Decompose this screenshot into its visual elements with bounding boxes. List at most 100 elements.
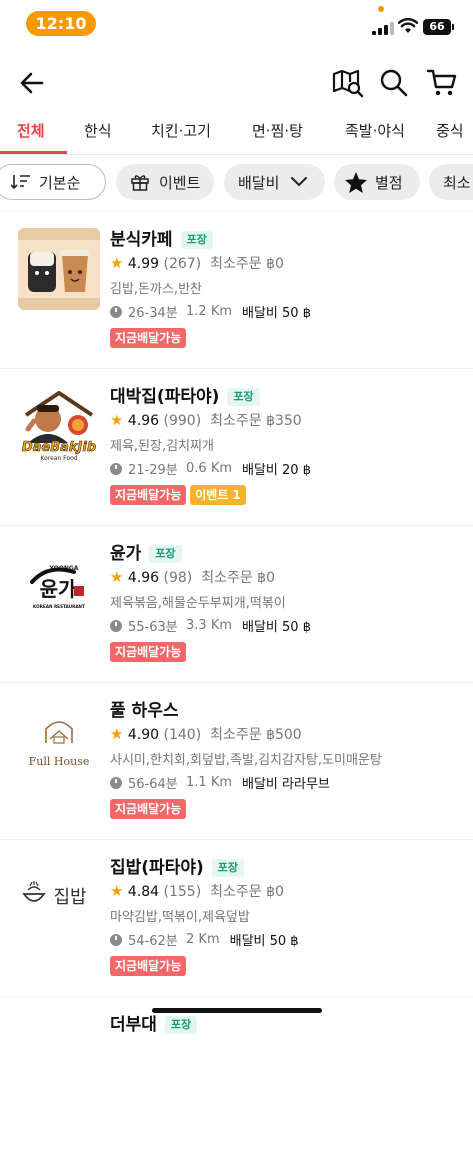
rating-label: 별점 bbox=[375, 173, 403, 192]
restaurant-item-jipbap[interactable]: 집밥 집밥(파타야) 포장 ★ 4.84 (155) 최소주문 ฿0 마약김밥,떡… bbox=[0, 840, 473, 997]
top-header bbox=[0, 58, 473, 108]
rating-chip[interactable]: 별점 bbox=[334, 164, 420, 200]
delivery-fee-label: 배달비 bbox=[238, 173, 280, 192]
chevron-down-icon bbox=[291, 177, 308, 187]
clock-icon bbox=[110, 776, 122, 789]
rating-value: 4.99 bbox=[127, 256, 160, 272]
takeout-badge: 포장 bbox=[164, 1016, 198, 1034]
event-chip[interactable]: 이벤트 bbox=[116, 164, 214, 200]
distance: 1.2 Km bbox=[186, 304, 233, 319]
review-count: (140) bbox=[163, 727, 202, 743]
deliverable-now-badge: 지금배달가능 bbox=[110, 328, 187, 348]
minimum-order: 최소주문 ฿0 bbox=[210, 256, 284, 272]
privacy-indicator-dot bbox=[378, 6, 384, 12]
distance: 3.3 Km bbox=[186, 618, 233, 633]
event-count-badge: 이벤트 1 bbox=[190, 485, 246, 505]
menu-summary: 제육볶음,해물순두부찌개,떡볶이 bbox=[110, 596, 286, 611]
status-time: 12:10 bbox=[26, 11, 96, 36]
restaurant-item-yoonga[interactable]: YOONGA 윤가 KOREAN RESTAURANT 윤가 포장 ★ 4.96 … bbox=[0, 526, 473, 683]
back-arrow-icon[interactable] bbox=[20, 72, 44, 94]
delivery-fee: 배달비 50 ฿ bbox=[229, 934, 299, 949]
category-tabs: 전체 한식 치킨·고기 면·찜·탕 족발·야식 중식 bbox=[0, 112, 473, 155]
restaurant-item-deobudae[interactable]: 더부대 포장 bbox=[0, 997, 473, 1153]
menu-summary: 김밥,돈까스,반찬 bbox=[110, 282, 202, 297]
restaurant-name: 집밥(파타야) bbox=[110, 858, 204, 878]
wifi-icon bbox=[398, 18, 418, 33]
map-icon[interactable] bbox=[332, 68, 364, 98]
tab-jokbal-night[interactable]: 족발·야식 bbox=[345, 120, 405, 141]
deliverable-now-badge: 지금배달가능 bbox=[110, 485, 187, 505]
delivery-fee-chip[interactable]: 배달비 bbox=[224, 164, 325, 200]
sort-icon bbox=[11, 175, 30, 190]
minimum-order: 최소주문 ฿500 bbox=[210, 727, 302, 743]
delivery-time: 26-34분 bbox=[128, 306, 178, 321]
logo-wordmark: Full House bbox=[29, 755, 90, 768]
clock-icon bbox=[110, 462, 122, 475]
battery-icon: 66 bbox=[423, 19, 454, 35]
tab-all[interactable]: 전체 bbox=[17, 120, 45, 141]
search-icon[interactable] bbox=[379, 68, 409, 98]
tab-chinese[interactable]: 중식 bbox=[436, 120, 464, 141]
restaurant-name: 윤가 bbox=[110, 544, 142, 564]
deliverable-now-badge: 지금배달가능 bbox=[110, 642, 187, 662]
delivery-fee: 배달비 라라무브 bbox=[242, 777, 330, 792]
sort-chip[interactable]: 기본순 bbox=[0, 164, 106, 200]
clock-icon bbox=[110, 619, 122, 632]
takeout-badge: 포장 bbox=[211, 859, 244, 877]
logo-wordmark: DaeBakJib bbox=[22, 440, 96, 455]
gift-icon bbox=[131, 175, 149, 191]
filter-bar: 기본순 이벤트 배달비 별점 최소 bbox=[0, 163, 473, 203]
minimum-order: 최소주문 ฿0 bbox=[210, 884, 284, 900]
tab-noodle-stew[interactable]: 면·찜·탕 bbox=[252, 120, 303, 141]
clock-icon bbox=[110, 933, 122, 946]
delivery-time: 54-62분 bbox=[128, 934, 178, 949]
delivery-fee: 배달비 50 ฿ bbox=[242, 306, 311, 321]
home-indicator[interactable] bbox=[152, 1008, 322, 1013]
menu-summary: 마약김밥,떡볶이,제육덮밥 bbox=[110, 910, 250, 925]
takeout-badge: 포장 bbox=[227, 388, 260, 406]
min-order-label: 최소 bbox=[443, 173, 471, 192]
delivery-time: 56-64분 bbox=[128, 777, 178, 792]
delivery-fee: 배달비 50 ฿ bbox=[242, 620, 311, 635]
restaurant-name: 더부대 bbox=[110, 1015, 157, 1035]
star-icon: ★ bbox=[110, 254, 124, 272]
delivery-time: 55-63분 bbox=[128, 620, 178, 635]
active-tab-indicator bbox=[0, 151, 67, 154]
rating-value: 4.90 bbox=[127, 727, 160, 743]
restaurant-item-daebakjib[interactable]: DaeBakJib Korean Food 대박집(파타야) 포장 ★ 4.96 … bbox=[0, 369, 473, 526]
clock-icon bbox=[110, 305, 122, 318]
restaurant-name: 대박집(파타야) bbox=[110, 387, 220, 407]
distance: 2 Km bbox=[186, 932, 220, 947]
star-icon: ★ bbox=[110, 568, 124, 586]
logo-wordmark: 집밥 bbox=[53, 887, 86, 908]
restaurant-item-full-house[interactable]: Full House 풀 하우스 ★ 4.90 (140) 최소주문 ฿500 … bbox=[0, 683, 473, 840]
delivery-fee: 배달비 20 ฿ bbox=[242, 463, 311, 478]
minimum-order: 최소주문 ฿350 bbox=[210, 413, 302, 429]
menu-summary: 제육,된장,김치찌개 bbox=[110, 439, 214, 454]
restaurant-logo: DaeBakJib Korean Food bbox=[18, 385, 100, 467]
tab-chicken-meat[interactable]: 치킨·고기 bbox=[151, 120, 211, 141]
tab-korean[interactable]: 한식 bbox=[84, 120, 112, 141]
event-label: 이벤트 bbox=[159, 173, 201, 192]
distance: 1.1 Km bbox=[186, 775, 233, 790]
minimum-order: 최소주문 ฿0 bbox=[201, 570, 275, 586]
deliverable-now-badge: 지금배달가능 bbox=[110, 956, 187, 976]
review-count: (990) bbox=[163, 413, 202, 429]
review-count: (267) bbox=[163, 256, 202, 272]
delivery-time: 21-29분 bbox=[128, 463, 178, 478]
restaurant-logo: YOONGA 윤가 KOREAN RESTAURANT bbox=[18, 542, 100, 624]
star-icon: ★ bbox=[110, 882, 124, 900]
rating-value: 4.96 bbox=[127, 570, 160, 586]
rating-value: 4.96 bbox=[127, 413, 160, 429]
min-order-chip[interactable]: 최소 bbox=[429, 164, 473, 200]
takeout-badge: 포장 bbox=[149, 545, 182, 563]
rating-value: 4.84 bbox=[127, 884, 160, 900]
review-count: (98) bbox=[163, 570, 193, 586]
takeout-badge: 포장 bbox=[180, 231, 213, 249]
star-icon: ★ bbox=[110, 411, 124, 429]
distance: 0.6 Km bbox=[186, 461, 233, 476]
logo-subtitle: KOREAN RESTAURANT bbox=[33, 604, 85, 609]
star-icon bbox=[345, 172, 367, 193]
restaurant-item-bunsik-cafe[interactable]: 분식카페 포장 ★ 4.99 (267) 최소주문 ฿0 김밥,돈까스,반찬 26… bbox=[0, 212, 473, 369]
cart-icon[interactable] bbox=[426, 68, 458, 98]
